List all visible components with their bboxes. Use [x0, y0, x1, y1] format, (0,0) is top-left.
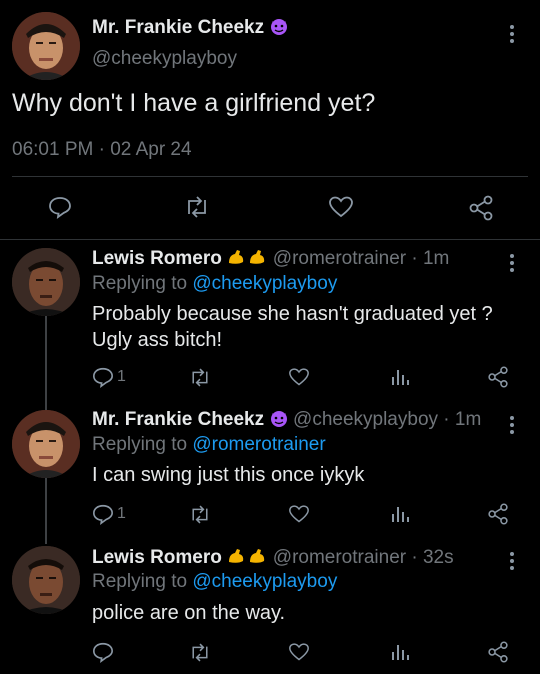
replying-to-link[interactable]: @romerotrainer: [192, 434, 325, 455]
reply-icon[interactable]: [92, 641, 114, 663]
author-name-text: Mr. Frankie Cheekz: [92, 17, 265, 38]
replying-to: Replying to @cheekyplayboy: [92, 273, 337, 295]
like-icon[interactable]: [328, 195, 354, 219]
more-icon[interactable]: [510, 549, 516, 573]
reply-author-name[interactable]: Mr. Frankie Cheekz: [92, 409, 264, 430]
more-icon[interactable]: [510, 251, 516, 275]
divider: [0, 239, 540, 240]
reply-icon[interactable]: [92, 366, 114, 388]
share-icon[interactable]: [487, 503, 509, 525]
views-icon[interactable]: [390, 642, 410, 662]
reply-text-line: I can swing just this once iykyk: [92, 464, 365, 486]
replying-to-link[interactable]: @cheekyplayboy: [192, 273, 337, 294]
views-icon[interactable]: [390, 504, 410, 524]
devil-emoji-icon: [269, 16, 289, 42]
avatar-lewis[interactable]: [12, 248, 80, 316]
like-icon[interactable]: [288, 367, 310, 387]
reply-text: police are on the way.: [92, 600, 285, 626]
replying-prefix: Replying to: [92, 434, 193, 455]
retweet-icon[interactable]: [189, 368, 211, 387]
divider: [12, 176, 528, 177]
replying-prefix: Replying to: [92, 273, 193, 294]
more-icon[interactable]: [510, 22, 516, 46]
reply-icon[interactable]: [92, 503, 114, 525]
reply-header: Mr. Frankie Cheekz @cheekyplayboy · 1m: [92, 408, 481, 433]
share-icon[interactable]: [487, 366, 509, 388]
main-author-name[interactable]: Mr. Frankie Cheekz: [92, 16, 289, 42]
reply-author-name[interactable]: Lewis Romero: [92, 547, 222, 568]
retweet-icon[interactable]: [184, 196, 210, 218]
avatar-frankie[interactable]: [12, 12, 80, 80]
reply-author-name[interactable]: Lewis Romero: [92, 248, 222, 269]
replying-to: Replying to @romerotrainer: [92, 434, 326, 456]
retweet-icon[interactable]: [189, 505, 211, 524]
reply-handle-time[interactable]: @romerotrainer · 32s: [273, 547, 454, 568]
retweet-icon[interactable]: [189, 643, 211, 662]
reply-header: Lewis Romero @romerotrainer · 1m: [92, 247, 449, 272]
reply-count: 1: [117, 505, 126, 522]
main-tweet-text: Why don't I have a girlfriend yet?: [12, 89, 376, 117]
reply-text: I can swing just this once iykyk: [92, 462, 364, 488]
reply-handle-time[interactable]: @cheekyplayboy · 1m: [293, 409, 481, 430]
main-timestamp[interactable]: 06:01 PM · 02 Apr 24: [12, 139, 192, 161]
avatar-frankie[interactable]: [12, 410, 80, 478]
flexed-biceps-icon: [226, 546, 268, 571]
thread-line: [45, 478, 47, 544]
more-icon[interactable]: [510, 413, 516, 437]
like-icon[interactable]: [288, 504, 310, 524]
devil-emoji-icon: [269, 408, 289, 433]
share-icon[interactable]: [468, 195, 494, 221]
avatar-lewis[interactable]: [12, 546, 80, 614]
replying-prefix: Replying to: [92, 571, 193, 592]
thread-line: [45, 316, 47, 410]
reply-text-line: Probably because she hasn't graduated ye…: [92, 303, 493, 325]
reply-icon[interactable]: [48, 195, 72, 219]
replying-to: Replying to @cheekyplayboy: [92, 571, 337, 593]
views-icon[interactable]: [390, 367, 410, 387]
flexed-biceps-icon: [226, 247, 268, 272]
like-icon[interactable]: [288, 642, 310, 662]
reply-header: Lewis Romero @romerotrainer · 32s: [92, 546, 454, 571]
reply-handle-time[interactable]: @romerotrainer · 1m: [273, 248, 450, 269]
reply-count: 1: [117, 368, 126, 385]
reply-text-line: police are on the way.: [92, 602, 286, 624]
main-handle[interactable]: @cheekyplayboy: [92, 48, 237, 70]
reply-text: Probably because she hasn't graduated ye…: [92, 301, 493, 353]
reply-text-line: Ugly ass bitch!: [92, 329, 223, 351]
replying-to-link[interactable]: @cheekyplayboy: [192, 571, 337, 592]
share-icon[interactable]: [487, 641, 509, 663]
